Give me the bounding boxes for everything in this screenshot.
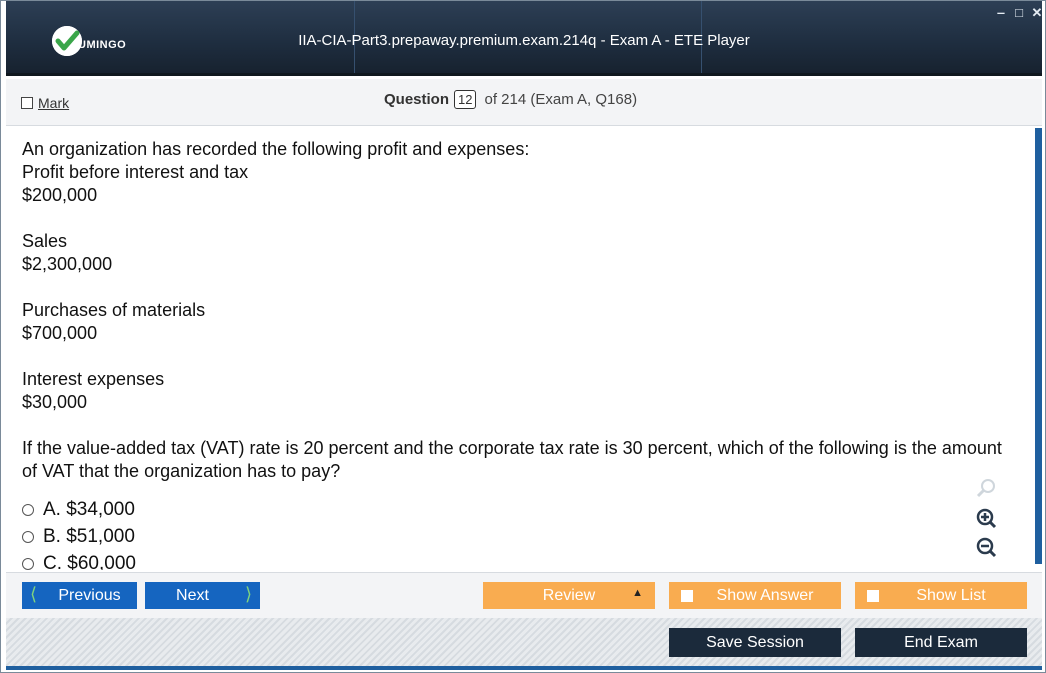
checkbox-icon[interactable] bbox=[867, 590, 879, 602]
option-c[interactable]: C. $60,000 bbox=[22, 550, 136, 570]
checkbox-icon[interactable] bbox=[21, 97, 33, 109]
question-line: Interest expenses bbox=[22, 369, 165, 389]
option-a[interactable]: A. $34,000 bbox=[22, 496, 136, 523]
radio-icon[interactable] bbox=[22, 557, 34, 570]
question-number-input[interactable]: 12 bbox=[454, 90, 477, 109]
answer-options: A. $34,000 B. $51,000 C. $60,000 bbox=[22, 496, 136, 570]
question-text: An organization has recorded the followi… bbox=[22, 138, 1012, 483]
option-label: C. $60,000 bbox=[43, 552, 136, 571]
mark-label: Mark bbox=[38, 95, 70, 111]
question-content: An organization has recorded the followi… bbox=[6, 126, 1042, 570]
show-list-button[interactable]: Show List bbox=[855, 582, 1027, 609]
checkbox-icon[interactable] bbox=[681, 590, 693, 602]
close-icon[interactable]: ✕ bbox=[1031, 5, 1043, 21]
question-line: $700,000 bbox=[22, 323, 98, 343]
mark-checkbox[interactable]: Mark bbox=[21, 95, 69, 111]
search-icon[interactable] bbox=[973, 475, 999, 501]
radio-icon[interactable] bbox=[22, 503, 34, 516]
chevron-right-icon: ⟩ bbox=[244, 584, 252, 604]
vertical-scrollbar[interactable] bbox=[1035, 128, 1042, 564]
previous-button[interactable]: ⟨ Previous bbox=[22, 582, 137, 609]
review-label: Review bbox=[542, 586, 596, 604]
radio-icon[interactable] bbox=[22, 530, 34, 543]
question-prompt: If the value-added tax (VAT) rate is 20 … bbox=[22, 438, 1002, 481]
show-list-label: Show List bbox=[916, 586, 986, 604]
question-counter: Question 12 of 214 (Exam A, Q168) bbox=[384, 90, 637, 109]
chevron-left-icon: ⟨ bbox=[30, 584, 38, 604]
zoom-out-icon[interactable] bbox=[973, 534, 999, 560]
question-line: Sales bbox=[22, 231, 68, 251]
window-title: IIA-CIA-Part3.prepaway.premium.exam.214q… bbox=[298, 32, 750, 49]
question-header: Mark Question 12 of 214 (Exam A, Q168) bbox=[6, 79, 1042, 126]
question-line: Purchases of materials bbox=[22, 300, 206, 320]
review-button[interactable]: Review ▲ bbox=[483, 582, 655, 609]
question-line: $2,300,000 bbox=[22, 254, 113, 274]
footer-area: Save Session End Exam bbox=[6, 618, 1042, 666]
window-controls: ‒ □ ✕ bbox=[995, 5, 1043, 21]
previous-label: Previous bbox=[58, 586, 121, 604]
option-label: B. $51,000 bbox=[43, 525, 135, 547]
end-exam-label: End Exam bbox=[904, 633, 978, 651]
show-answer-button[interactable]: Show Answer bbox=[669, 582, 841, 609]
end-exam-button[interactable]: End Exam bbox=[855, 628, 1027, 657]
show-answer-label: Show Answer bbox=[716, 586, 814, 604]
zoom-in-icon[interactable] bbox=[973, 505, 999, 531]
question-line: An organization has recorded the followi… bbox=[22, 139, 530, 159]
question-line: $200,000 bbox=[22, 185, 98, 205]
title-bar: UMINGO IIA-CIA-Part3.prepaway.premium.ex… bbox=[6, 1, 1042, 76]
next-button[interactable]: Next ⟩ bbox=[145, 582, 260, 609]
app-window: UMINGO IIA-CIA-Part3.prepaway.premium.ex… bbox=[0, 0, 1046, 673]
question-line: $30,000 bbox=[22, 392, 88, 412]
question-label: Question bbox=[384, 91, 450, 108]
option-label: A. $34,000 bbox=[43, 498, 135, 520]
option-b[interactable]: B. $51,000 bbox=[22, 523, 136, 550]
save-session-button[interactable]: Save Session bbox=[669, 628, 841, 657]
maximize-icon[interactable]: □ bbox=[1013, 5, 1025, 21]
save-session-label: Save Session bbox=[706, 633, 804, 651]
question-total: of 214 (Exam A, Q168) bbox=[484, 91, 638, 108]
triangle-up-icon[interactable]: ▲ bbox=[632, 587, 643, 599]
navigation-bar: ⟨ Previous Next ⟩ Review ▲ Show Answer S… bbox=[6, 572, 1042, 619]
bottom-border bbox=[6, 666, 1042, 670]
question-line: Profit before interest and tax bbox=[22, 162, 249, 182]
minimize-icon[interactable]: ‒ bbox=[995, 5, 1007, 21]
next-label: Next bbox=[176, 586, 209, 604]
